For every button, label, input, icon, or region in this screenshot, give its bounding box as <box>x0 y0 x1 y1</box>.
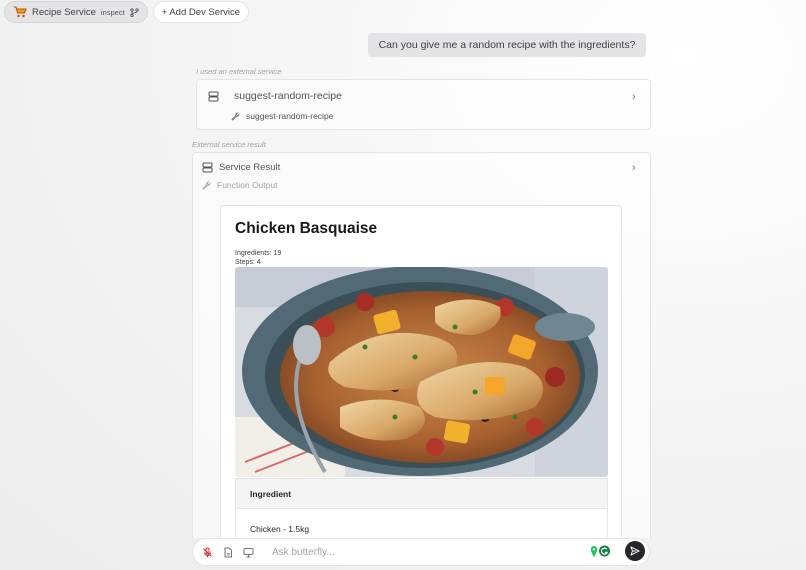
tool-call-card[interactable]: suggest-random-recipe › suggest-random-r… <box>196 79 651 130</box>
ingredients-count: Ingredients: 19 <box>235 250 282 257</box>
cart-icon <box>13 6 27 18</box>
mic-off-icon[interactable] <box>202 547 213 558</box>
recipe-title: Chicken Basquaise <box>235 220 378 237</box>
ingredients-table-header: Ingredient <box>235 478 608 509</box>
send-button[interactable] <box>625 541 645 561</box>
chat-composer <box>192 538 650 566</box>
service-result-header[interactable]: Service Result <box>202 162 280 173</box>
user-message: Can you give me a random recipe with the… <box>368 33 646 57</box>
top-bar: Recipe Service inspect + Add Dev Service <box>4 1 250 23</box>
service-label: Recipe Service <box>32 6 96 18</box>
add-dev-service-label: + Add Dev Service <box>161 6 241 18</box>
chevron-right-icon[interactable]: › <box>632 162 636 174</box>
server-icon <box>208 91 219 102</box>
add-dev-service-button[interactable]: + Add Dev Service <box>152 1 250 23</box>
send-icon <box>630 546 640 556</box>
inspect-link[interactable]: inspect <box>101 8 125 17</box>
tool-function: suggest-random-recipe <box>246 111 334 121</box>
recipe-service-chip[interactable]: Recipe Service inspect <box>4 1 148 23</box>
tool-caption: I used an external service <box>196 67 282 76</box>
wrench-icon <box>202 181 211 190</box>
monitor-icon[interactable] <box>243 547 254 558</box>
result-subtitle: Function Output <box>217 180 278 190</box>
file-icon[interactable] <box>223 547 233 558</box>
server-icon <box>202 162 213 173</box>
tool-name: suggest-random-recipe <box>234 90 342 102</box>
chevron-right-icon[interactable]: › <box>632 91 636 103</box>
grammar-extension-icon[interactable] <box>589 545 613 559</box>
chat-input[interactable] <box>272 546 572 558</box>
result-title: Service Result <box>219 162 281 173</box>
recipe-card: Chicken Basquaise Ingredients: 19 Steps:… <box>220 205 622 545</box>
result-caption: External service result <box>192 140 266 149</box>
wrench-icon <box>231 112 240 121</box>
steps-count: Steps: 4 <box>235 259 261 266</box>
branch-icon[interactable] <box>130 7 139 17</box>
recipe-photo <box>235 267 608 477</box>
